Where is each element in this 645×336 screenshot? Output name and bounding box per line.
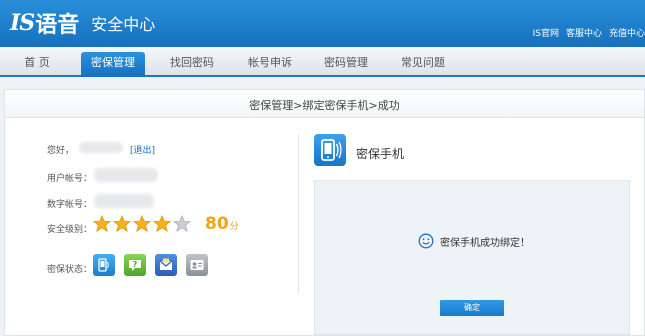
star-filled-icon bbox=[133, 215, 151, 233]
link-customer-service[interactable]: 客服中心 bbox=[566, 26, 602, 39]
phone-shield-icon[interactable] bbox=[93, 254, 115, 276]
security-level-stars bbox=[93, 215, 191, 233]
section-divider bbox=[298, 134, 299, 294]
smile-icon bbox=[418, 233, 434, 249]
link-is-official[interactable]: IS官网 bbox=[533, 26, 559, 39]
logo-is-text: IS bbox=[10, 10, 35, 36]
star-filled-icon bbox=[93, 215, 111, 233]
tab-account-appeal[interactable]: 帐号申诉 bbox=[238, 52, 302, 77]
user-account-redacted bbox=[94, 168, 158, 182]
greeting-label: 您好， bbox=[47, 146, 75, 156]
tab-password-management[interactable]: 密码管理 bbox=[314, 52, 378, 77]
security-score: 80分 bbox=[205, 214, 239, 234]
security-level-label: 安全级别： bbox=[47, 225, 93, 235]
link-recharge-center[interactable]: 充值中心 bbox=[609, 26, 645, 39]
is-voice-logo[interactable]: IS 语音 安全中心 bbox=[10, 8, 155, 38]
protection-status-label: 密保状态： bbox=[47, 265, 93, 275]
tab-recover-password[interactable]: 找回密码 bbox=[160, 52, 224, 77]
breadcrumb-bar: 密保管理>绑定密保手机>成功 bbox=[5, 90, 644, 118]
svg-text:?: ? bbox=[133, 260, 138, 269]
username-redacted bbox=[79, 142, 123, 153]
success-message: 密保手机成功绑定！ bbox=[440, 238, 530, 249]
security-center-title: 安全中心 bbox=[91, 15, 156, 34]
star-empty-icon bbox=[173, 215, 191, 233]
security-score-value: 80 bbox=[205, 214, 229, 234]
confirm-button[interactable]: 确定 bbox=[440, 300, 504, 316]
mail-icon[interactable] bbox=[155, 254, 177, 276]
logo-cn-text: 语音 bbox=[35, 12, 80, 38]
number-account-label: 数字帐号： bbox=[47, 200, 93, 210]
user-account-label: 用户帐号： bbox=[47, 174, 93, 184]
phone-section-title: 密保手机 bbox=[356, 147, 405, 161]
tab-security-management[interactable]: 密保管理 bbox=[81, 52, 145, 77]
id-card-icon[interactable] bbox=[186, 254, 208, 276]
star-filled-icon bbox=[153, 215, 171, 233]
top-header: IS 语音 安全中心 IS官网 客服中心 充值中心 bbox=[0, 0, 645, 47]
security-score-unit: 分 bbox=[229, 222, 239, 232]
breadcrumb: 密保管理>绑定密保手机>成功 bbox=[249, 99, 400, 112]
question-icon[interactable]: ? bbox=[124, 254, 146, 276]
protection-status-icons: ? bbox=[93, 254, 208, 276]
top-links: IS官网 客服中心 充值中心 bbox=[533, 26, 645, 39]
tab-home[interactable]: 首 页 bbox=[12, 52, 62, 77]
number-account-redacted bbox=[94, 194, 154, 208]
phone-icon bbox=[314, 134, 346, 166]
star-filled-icon bbox=[113, 215, 131, 233]
main-nav: 首 页 密保管理 找回密码 帐号申诉 密码管理 常见问题 bbox=[0, 47, 645, 77]
tab-faq[interactable]: 常见问题 bbox=[391, 52, 455, 77]
logout-link[interactable]: [退出] bbox=[130, 143, 155, 156]
